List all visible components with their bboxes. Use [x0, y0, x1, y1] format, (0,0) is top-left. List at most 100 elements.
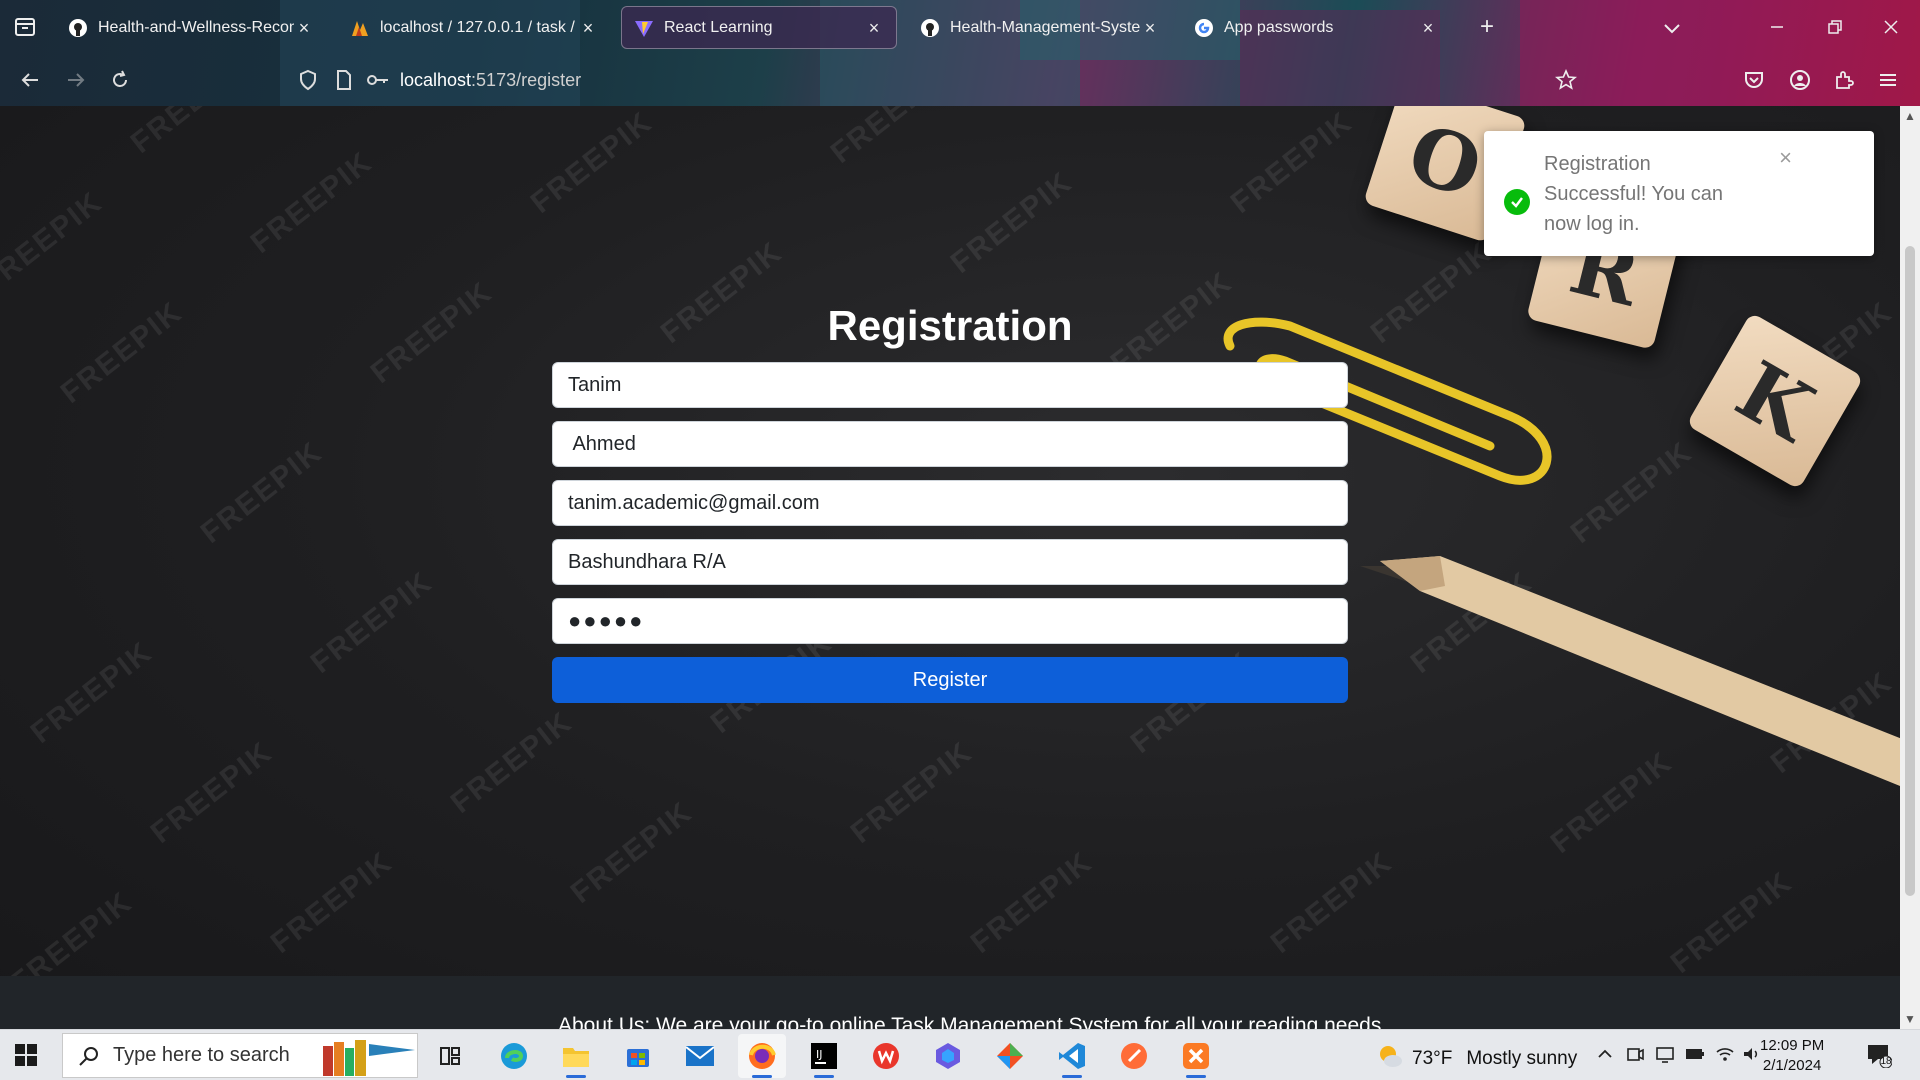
tab-health-management[interactable]: Health-Management-System/F ×	[908, 6, 1172, 49]
tab-app-passwords[interactable]: App passwords ×	[1182, 6, 1450, 49]
tile-letter: K	[1721, 342, 1829, 460]
watermark: FREEPIK	[244, 145, 379, 260]
google-icon	[1194, 18, 1214, 38]
intellij-icon[interactable]: IJ	[800, 1034, 848, 1078]
reload-icon[interactable]	[104, 64, 136, 96]
battery-icon[interactable]	[1684, 1044, 1706, 1066]
tab-phpmyadmin[interactable]: localhost / 127.0.0.1 / task / use ×	[338, 6, 610, 49]
footer-about-text: About Us: We are your go-to online Task …	[558, 1014, 1388, 1029]
pocket-icon[interactable]	[1738, 64, 1770, 96]
extensions-icon[interactable]	[1828, 64, 1860, 96]
nav-bar: localhost:5173/register	[0, 58, 1920, 102]
email-field[interactable]	[552, 480, 1348, 526]
register-button[interactable]: Register	[552, 657, 1348, 703]
file-explorer-icon[interactable]	[552, 1034, 600, 1078]
chevron-up-icon[interactable]	[1594, 1044, 1616, 1066]
git-icon[interactable]	[986, 1034, 1034, 1078]
vscode-icon[interactable]	[1048, 1034, 1096, 1078]
watermark: FREEPIK	[844, 735, 979, 850]
page-icon[interactable]	[328, 64, 360, 96]
menu-icon[interactable]	[1872, 64, 1904, 96]
forward-icon[interactable]	[60, 64, 92, 96]
success-toast[interactable]: Registration Successful! You can now log…	[1484, 131, 1874, 256]
close-icon[interactable]: ×	[578, 18, 598, 38]
first-name-field[interactable]	[552, 362, 1348, 408]
running-indicator	[566, 1075, 586, 1078]
clock-time: 12:09 PM	[1760, 1037, 1825, 1054]
weather-widget[interactable]: 73°F Mostly sunny	[1376, 1042, 1577, 1076]
weather-description: Mostly sunny	[1466, 1048, 1578, 1069]
windows-start-icon[interactable]	[14, 1043, 38, 1067]
remote-display-icon[interactable]	[1654, 1044, 1676, 1066]
bookmark-star-icon[interactable]	[1550, 64, 1582, 96]
page-title: Registration	[827, 302, 1073, 349]
restore-icon[interactable]	[1820, 12, 1850, 42]
github-icon	[920, 18, 940, 38]
watermark: FREEPIK	[1664, 865, 1799, 980]
back-icon[interactable]	[14, 64, 46, 96]
mail-icon[interactable]	[676, 1034, 724, 1078]
page-scrollbar[interactable]: ▲ ▼	[1900, 106, 1920, 1029]
last-name-field[interactable]	[552, 421, 1348, 467]
tab-health-wellness[interactable]: Health-and-Wellness-Recomme ×	[56, 6, 326, 49]
tab-list-icon[interactable]	[12, 14, 38, 40]
watermark: FREEPIK	[824, 106, 959, 170]
copilot-icon[interactable]	[924, 1034, 972, 1078]
scrollbar-thumb[interactable]	[1905, 246, 1915, 896]
scroll-down-icon[interactable]: ▼	[1900, 1009, 1920, 1029]
key-icon[interactable]	[362, 64, 394, 96]
pencil-image	[1360, 556, 1900, 786]
phpmyadmin-icon	[350, 18, 370, 38]
watermark: FREEPIK	[564, 795, 699, 910]
running-indicator	[1062, 1075, 1082, 1078]
watermark: FREEPIK	[304, 565, 439, 680]
chevron-down-icon[interactable]	[1660, 16, 1684, 40]
minimize-icon[interactable]	[1762, 12, 1792, 42]
account-icon[interactable]	[1784, 64, 1816, 96]
url-bar[interactable]: localhost:5173/register	[400, 70, 581, 91]
new-tab-icon[interactable]: +	[1474, 14, 1500, 40]
firefox-icon[interactable]	[738, 1034, 786, 1078]
watermark: FREEPIK	[944, 165, 1079, 280]
meet-now-icon[interactable]	[1624, 1044, 1646, 1066]
close-icon[interactable]: ×	[864, 18, 884, 38]
running-indicator	[752, 1075, 772, 1078]
watermark: FREEPIK	[125, 106, 259, 161]
close-icon[interactable]: ×	[1779, 145, 1792, 171]
close-icon[interactable]: ×	[1140, 18, 1160, 38]
taskbar-search[interactable]: Type here to search	[62, 1033, 418, 1078]
svg-text:IJ: IJ	[816, 1048, 823, 1061]
password-field[interactable]	[552, 598, 1348, 644]
watermark: FREEPIK	[524, 106, 659, 220]
watermark: FREEPIK	[194, 435, 329, 550]
microsoft-store-icon[interactable]	[614, 1034, 662, 1078]
xampp-icon[interactable]	[1172, 1034, 1220, 1078]
watermark: FREEPIK	[24, 635, 159, 750]
close-icon[interactable]: ×	[1418, 18, 1438, 38]
tab-react-learning[interactable]: React Learning ×	[621, 6, 897, 49]
wifi-icon[interactable]	[1714, 1044, 1736, 1066]
clock-date: 2/1/2024	[1762, 1057, 1822, 1074]
watermark: FREEPIK	[264, 845, 399, 960]
notification-icon[interactable]: 18	[1866, 1042, 1893, 1069]
search-placeholder: Type here to search	[113, 1044, 290, 1066]
address-field[interactable]	[552, 539, 1348, 585]
watermark: FREEPIK	[1564, 435, 1699, 550]
shield-icon[interactable]	[292, 64, 324, 96]
close-window-icon[interactable]	[1876, 12, 1906, 42]
edge-icon[interactable]	[490, 1034, 538, 1078]
url-path: :5173/register	[471, 70, 582, 90]
close-icon[interactable]: ×	[294, 18, 314, 38]
browser-chrome: Health-and-Wellness-Recomme × localhost …	[0, 0, 1920, 106]
watermark: FREEPIK	[144, 735, 279, 850]
taskbar-clock[interactable]: 12:09 PM 2/1/2024	[1760, 1036, 1824, 1076]
wps-office-icon[interactable]	[862, 1034, 910, 1078]
check-circle-icon	[1504, 189, 1530, 215]
windows-taskbar: Type here to search IJ 73°F Mostly sunny…	[0, 1029, 1920, 1080]
scroll-up-icon[interactable]: ▲	[1900, 106, 1920, 126]
postman-icon[interactable]	[1110, 1034, 1158, 1078]
watermark: FREEPIK	[444, 705, 579, 820]
tab-strip: Health-and-Wellness-Recomme × localhost …	[0, 0, 1920, 54]
volume-icon[interactable]	[1740, 1044, 1762, 1066]
task-view-icon[interactable]	[426, 1034, 474, 1078]
